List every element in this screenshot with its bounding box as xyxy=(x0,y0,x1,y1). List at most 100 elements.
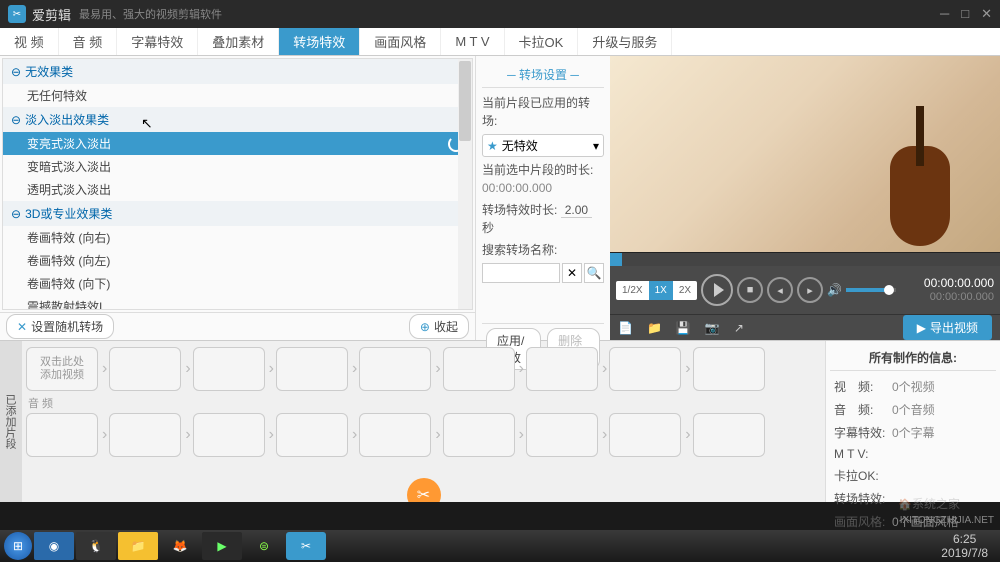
tab-style[interactable]: 画面风格 xyxy=(360,28,441,55)
save-icon[interactable]: 💾 xyxy=(676,321,691,335)
effect-item[interactable]: 震撼散射特效I xyxy=(3,295,472,310)
clip-slot[interactable] xyxy=(443,347,515,391)
tab-mtv[interactable]: M T V xyxy=(441,28,504,55)
task-app-icon[interactable]: ◉ xyxy=(34,532,74,560)
task-app-icon[interactable]: 📁 xyxy=(118,532,158,560)
progress-bar[interactable] xyxy=(610,252,1000,266)
minimize-icon[interactable]: ─ xyxy=(940,6,949,22)
collapse-button[interactable]: ⊕收起 xyxy=(409,314,469,339)
scroll-thumb[interactable] xyxy=(459,61,471,141)
maximize-icon[interactable]: □ xyxy=(961,6,969,22)
effect-item[interactable]: 卷画特效 (向下) xyxy=(3,272,472,295)
clip-slot[interactable] xyxy=(526,347,598,391)
clip-slot[interactable] xyxy=(526,413,598,457)
prev-button[interactable]: ◂ xyxy=(767,277,793,303)
task-app-icon[interactable]: ⊜ xyxy=(244,532,284,560)
clip-slot[interactable] xyxy=(443,413,515,457)
scrollbar[interactable] xyxy=(458,59,472,309)
clip-slot[interactable] xyxy=(109,347,181,391)
audio-track: › › › › › › › › xyxy=(26,411,821,459)
clip-slot[interactable] xyxy=(276,347,348,391)
main-tabs: 视 频 音 频 字幕特效 叠加素材 转场特效 画面风格 M T V 卡拉OK 升… xyxy=(0,28,1000,56)
info-row: M T V: xyxy=(834,444,992,464)
speed-1x[interactable]: 1X xyxy=(649,281,673,300)
clip-slot[interactable] xyxy=(693,413,765,457)
preview-panel: 1/2X 1X 2X ■ ◂ ▸ 🔊 00:00:00.000 00:00:00… xyxy=(610,56,1000,340)
task-app-icon[interactable]: ▶ xyxy=(202,532,242,560)
applied-dropdown[interactable]: ★无特效▾ xyxy=(482,134,604,157)
clear-search-button[interactable]: ✕ xyxy=(562,263,582,283)
tab-video[interactable]: 视 频 xyxy=(0,28,59,55)
info-panel: 所有制作的信息: 视 频:0个视频 音 频:0个音频 字幕特效:0个字幕 M T… xyxy=(825,341,1000,502)
cut-button[interactable]: ✂ xyxy=(407,478,441,502)
app-subtitle: 最易用、强大的视频剪辑软件 xyxy=(79,6,222,22)
effect-item[interactable]: 变暗式淡入淡出 xyxy=(3,155,472,178)
speed-half[interactable]: 1/2X xyxy=(616,281,649,300)
effect-item[interactable]: 卷画特效 (向右) xyxy=(3,226,472,249)
tab-overlay[interactable]: 叠加素材 xyxy=(198,28,279,55)
clip-slot[interactable] xyxy=(276,413,348,457)
search-button[interactable]: 🔍 xyxy=(584,263,604,283)
effect-item[interactable]: 透明式淡入淡出 xyxy=(3,178,472,201)
effect-item[interactable]: 卷画特效 (向左) xyxy=(3,249,472,272)
close-icon[interactable]: ✕ xyxy=(981,6,992,22)
background-logo: 🏠系统之家 xyxy=(898,495,960,512)
search-label: 搜索转场名称: xyxy=(482,241,604,259)
preview-viewport xyxy=(610,56,1000,252)
clip-slot[interactable] xyxy=(109,413,181,457)
snapshot-icon[interactable]: 📷 xyxy=(705,321,720,335)
tab-subtitle[interactable]: 字幕特效 xyxy=(117,28,198,55)
export-button[interactable]: ▶导出视频 xyxy=(903,315,992,340)
stop-button[interactable]: ■ xyxy=(737,277,763,303)
preview-image xyxy=(860,116,960,252)
taskbar-clock[interactable]: 6:25 2019/7/8 xyxy=(941,532,996,561)
search-input[interactable] xyxy=(482,263,560,283)
video-track: 双击此处 添加视频› › › › › › › › xyxy=(26,345,821,393)
tab-audio[interactable]: 音 频 xyxy=(59,28,118,55)
volume-slider[interactable] xyxy=(846,288,896,292)
volume-icon[interactable]: 🔊 xyxy=(827,283,842,297)
titlebar: ✂ 爱剪辑 最易用、强大的视频剪辑软件 ─ □ ✕ xyxy=(0,0,1000,28)
settings-header: ─ 转场设置 ─ xyxy=(482,62,604,88)
timecode: 00:00:00.000 00:00:00.000 xyxy=(924,276,994,304)
category-fade[interactable]: ⊖淡入淡出效果类 xyxy=(3,107,472,132)
category-none[interactable]: ⊖无效果类 xyxy=(3,59,472,84)
app-title: 爱剪辑 xyxy=(32,5,71,24)
speed-2x[interactable]: 2X xyxy=(673,281,697,300)
timeline: 已添加片段 双击此处 添加视频› › › › › › › › 音 频 › › ›… xyxy=(0,340,1000,502)
speed-selector: 1/2X 1X 2X xyxy=(616,281,697,300)
play-button[interactable] xyxy=(701,274,733,306)
category-3d[interactable]: ⊖3D或专业效果类 xyxy=(3,201,472,226)
task-app-icon[interactable]: ✂ xyxy=(286,532,326,560)
tab-upgrade[interactable]: 升级与服务 xyxy=(578,28,672,55)
audio-track-label: 音 频 xyxy=(28,395,53,411)
task-app-icon[interactable]: 🐧 xyxy=(76,532,116,560)
clip-slot[interactable] xyxy=(693,347,765,391)
clip-slot[interactable] xyxy=(193,347,265,391)
info-row: 音 频:0个音频 xyxy=(834,398,992,421)
open-icon[interactable]: 📁 xyxy=(647,321,662,335)
effects-panel: ⊖无效果类 无任何特效 ⊖淡入淡出效果类 变亮式淡入淡出 变暗式淡入淡出 透明式… xyxy=(0,56,475,340)
clip-slot[interactable] xyxy=(609,347,681,391)
tab-transition[interactable]: 转场特效 xyxy=(279,28,360,55)
tab-karaoke[interactable]: 卡拉OK xyxy=(505,28,579,55)
random-transition-button[interactable]: ✕设置随机转场 xyxy=(6,314,114,339)
effects-list[interactable]: ⊖无效果类 无任何特效 ⊖淡入淡出效果类 变亮式淡入淡出 变暗式淡入淡出 透明式… xyxy=(2,58,473,310)
tracks-area: 双击此处 添加视频› › › › › › › › 音 频 › › › › › ›… xyxy=(22,341,825,502)
app-logo-icon: ✂ xyxy=(8,5,26,23)
start-button[interactable]: ⊞ xyxy=(4,532,32,560)
file-toolbar: 📄 📁 💾 📷 ↗ ▶导出视频 xyxy=(610,314,1000,340)
clip-slot[interactable] xyxy=(26,413,98,457)
add-clip-slot[interactable]: 双击此处 添加视频 xyxy=(26,347,98,391)
new-icon[interactable]: 📄 xyxy=(618,321,633,335)
clip-slot[interactable] xyxy=(359,347,431,391)
share-icon[interactable]: ↗ xyxy=(734,321,744,335)
effect-item[interactable]: 无任何特效 xyxy=(3,84,472,107)
task-firefox-icon[interactable]: 🦊 xyxy=(160,532,200,560)
watermark: IXITONGZHIJIA.NET xyxy=(900,515,994,526)
clip-slot[interactable] xyxy=(359,413,431,457)
effect-item-selected[interactable]: 变亮式淡入淡出 xyxy=(3,132,472,155)
clip-slot[interactable] xyxy=(193,413,265,457)
next-button[interactable]: ▸ xyxy=(797,277,823,303)
clip-slot[interactable] xyxy=(609,413,681,457)
